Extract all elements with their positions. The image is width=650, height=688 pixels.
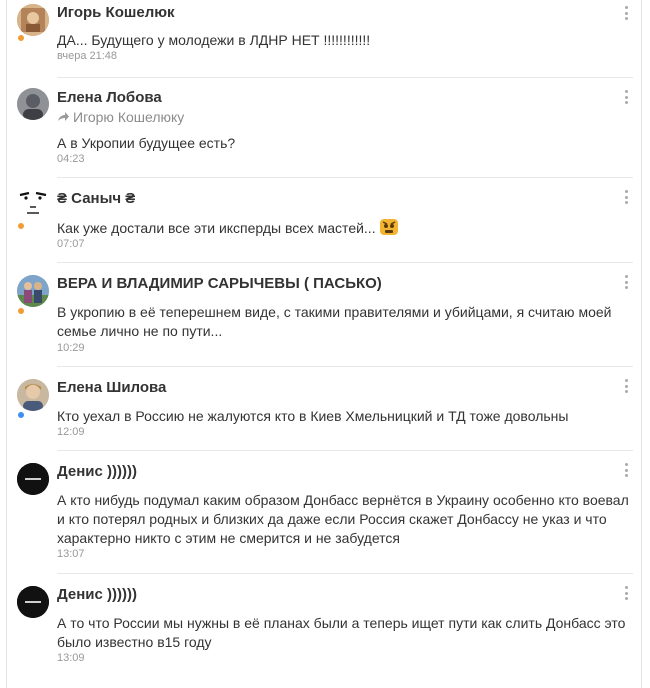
comment-text: Кто уехал в Россию не жалуются кто в Кие… (57, 408, 569, 424)
comment-text: В укропию в её теперешнем виде, с такими… (57, 304, 612, 339)
comment-author[interactable]: Игорь Кошелюк (57, 4, 175, 21)
black-logo-icon (17, 586, 49, 618)
comment-text: А в Укропии будущее есть? (57, 135, 236, 151)
avatar[interactable] (17, 186, 49, 218)
comment-item: Игорь Кошелюк ДА... Будущего у молодежи … (7, 0, 641, 78)
comment-time[interactable]: 04:23 (57, 153, 85, 165)
more-options-icon[interactable] (625, 6, 629, 20)
avatar[interactable] (17, 379, 49, 411)
comment-author[interactable]: Елена Шилова (57, 379, 166, 396)
avatar[interactable] (17, 275, 49, 307)
comment-text: Как уже достали все эти иксперды всех ма… (57, 218, 629, 241)
comment-item: ₴ Саныч ₴ Как уже достали все эти икспер… (7, 178, 641, 263)
comment-author[interactable]: ВЕРА И ВЛАДИМИР САРЫЧЕВЫ ( ПАСЬКО) (57, 275, 382, 292)
comment-author[interactable]: Елена Лобова (57, 89, 162, 106)
more-options-icon[interactable] (625, 275, 629, 289)
more-options-icon[interactable] (625, 379, 629, 393)
comment-text: ДА... Будущего у молодежи в ЛДНР НЕТ !!!… (57, 32, 371, 48)
comment-time[interactable]: 10:29 (57, 342, 85, 354)
comment-time[interactable]: 13:09 (57, 652, 85, 664)
black-logo-icon (17, 463, 49, 495)
comment-time[interactable]: 13:07 (57, 548, 85, 560)
drawn-face-icon (17, 186, 49, 218)
comment-text: А кто нибудь подумал каким образом Донба… (57, 492, 629, 546)
more-options-icon[interactable] (625, 190, 629, 204)
comment-time[interactable]: 07:07 (57, 238, 85, 250)
comment-time[interactable]: вчера 21:48 (57, 50, 117, 62)
comment-item: ВЕРА И ВЛАДИМИР САРЫЧЕВЫ ( ПАСЬКО) В укр… (7, 263, 641, 367)
reply-to-name[interactable]: Игорю Кошелюку (73, 109, 184, 125)
comment-item: Елена Лобова Игорю Кошелюку А в Укропии … (7, 78, 641, 178)
online-status-dot (17, 34, 25, 42)
profile-photo-icon (17, 379, 49, 411)
comment-text-content: Как уже достали все эти иксперды всех ма… (57, 220, 376, 237)
comment-item: Денис )))))) А то что России мы нужны в … (7, 574, 641, 688)
more-options-icon[interactable] (625, 463, 629, 477)
comment-text: А то что России мы нужны в её планах был… (57, 615, 626, 650)
reply-arrow-icon (57, 109, 69, 125)
profile-photo-icon (17, 4, 49, 36)
avatar[interactable] (17, 586, 49, 618)
more-options-icon[interactable] (625, 90, 629, 104)
couple-photo-icon (17, 275, 49, 307)
avatar[interactable] (17, 463, 49, 495)
online-status-dot (17, 411, 25, 419)
angry-face-emoji-icon (379, 218, 399, 241)
comment-item: Елена Шилова Кто уехал в Россию не жалую… (7, 367, 641, 451)
more-options-icon[interactable] (625, 586, 629, 600)
comment-author[interactable]: Денис )))))) (57, 586, 137, 603)
avatar[interactable] (17, 4, 49, 36)
comment-author[interactable]: ₴ Саныч ₴ (57, 190, 135, 207)
comment-author[interactable]: Денис )))))) (57, 463, 137, 480)
comment-time[interactable]: 12:09 (57, 426, 85, 438)
profile-photo-icon (17, 88, 49, 120)
avatar[interactable] (17, 88, 49, 120)
online-status-dot (17, 307, 25, 315)
online-status-dot (17, 222, 25, 230)
comment-item: Денис )))))) А кто нибудь подумал каким … (7, 451, 641, 574)
reply-indicator[interactable]: Игорю Кошелюку (57, 109, 184, 125)
comments-feed: Игорь Кошелюк ДА... Будущего у молодежи … (6, 0, 642, 688)
